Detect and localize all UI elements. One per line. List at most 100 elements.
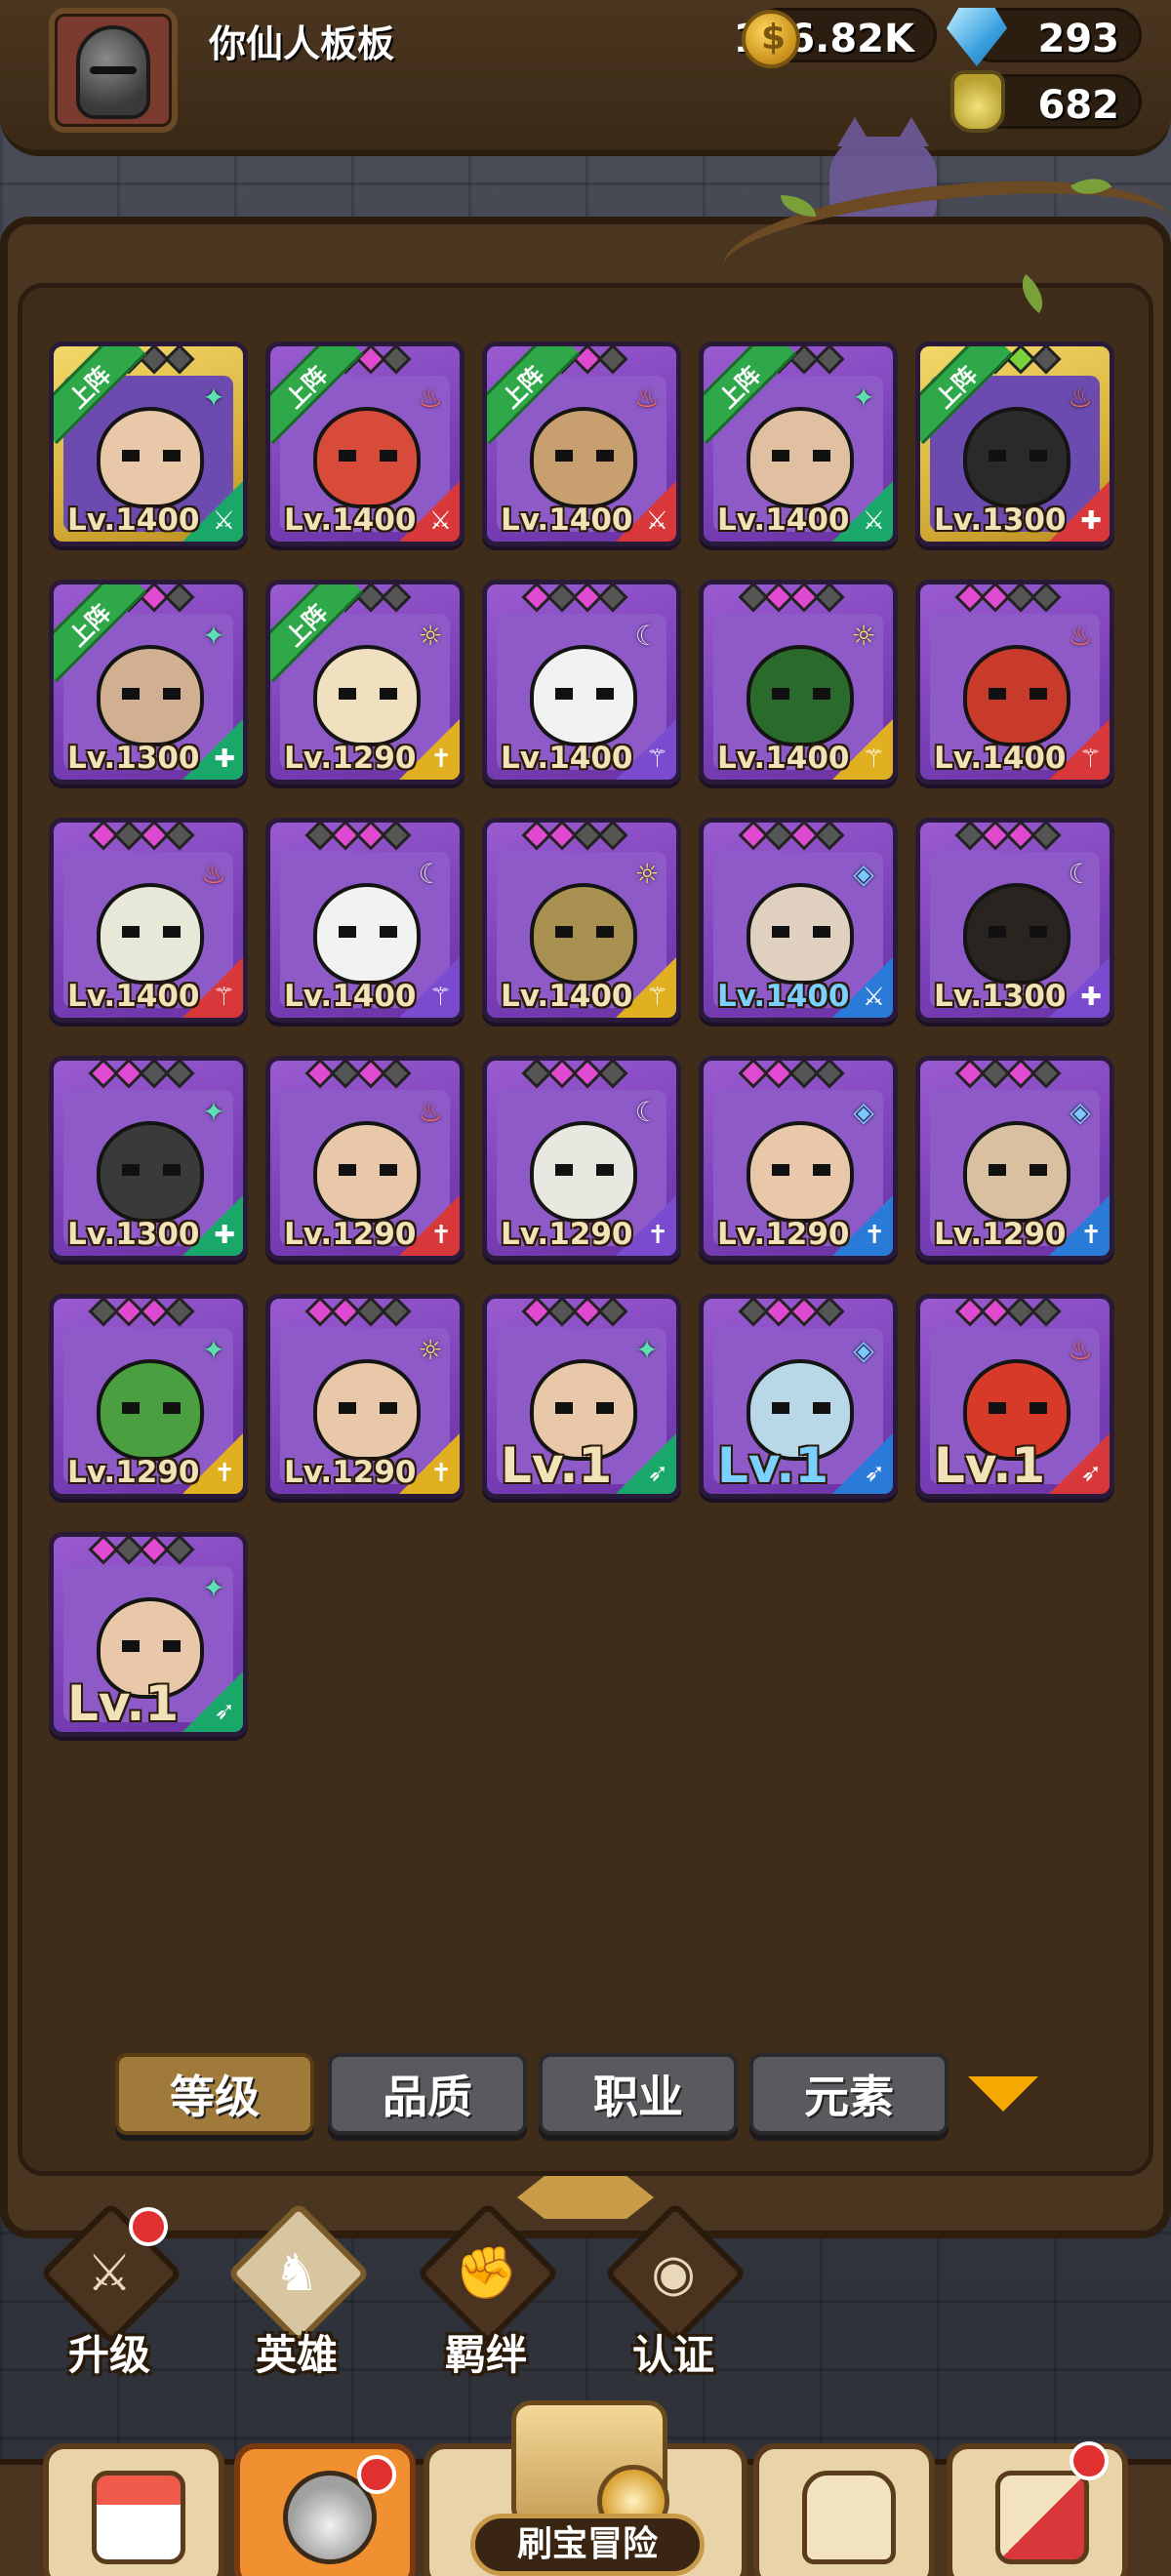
hero-card[interactable]: ✦ ⚔ Lv.1400 上阵 xyxy=(699,342,898,546)
star-icon xyxy=(1030,346,1062,375)
hero-card[interactable]: ✦ ✝ Lv.1290 xyxy=(49,1294,248,1499)
hero-card[interactable]: ◈ ➶ Lv.1 xyxy=(699,1294,898,1499)
bottom-nav-backpack[interactable] xyxy=(753,2443,935,2576)
mage-class-icon: ⚚ xyxy=(645,983,668,1012)
archer-class-icon: ➶ xyxy=(1080,1459,1102,1488)
star-icon xyxy=(164,346,195,375)
hero-level: Lv.1400 xyxy=(501,503,633,538)
backpack-icon xyxy=(802,2471,896,2564)
hero-eyes xyxy=(555,688,614,700)
hero-eyes xyxy=(122,1164,181,1176)
star-rating xyxy=(738,823,845,851)
bottom-nav-shop[interactable] xyxy=(43,2443,224,2576)
hero-card[interactable]: ☾ ⚚ Lv.1400 xyxy=(482,580,681,785)
star-rating xyxy=(304,1299,412,1327)
hero-level: Lv.1300 xyxy=(67,1217,200,1252)
sort-dropdown-arrow-icon[interactable] xyxy=(968,2076,1038,2112)
player-avatar[interactable] xyxy=(49,8,178,133)
dark-element-icon: ☾ xyxy=(1068,857,1093,890)
hero-card[interactable]: ☾ ⚚ Lv.1400 xyxy=(265,818,464,1023)
star-icon xyxy=(164,1299,195,1327)
hero-card[interactable]: ✦ ⚔ Lv.1400 上阵 xyxy=(49,342,248,546)
hero-card[interactable]: ☾ ✚ Lv.1300 xyxy=(915,818,1114,1023)
mage-class-icon: ⚚ xyxy=(1078,745,1102,774)
subnav-certify-label: 认证 xyxy=(631,2331,714,2379)
hero-card[interactable]: ♨ ⚔ Lv.1400 上阵 xyxy=(265,342,464,546)
hero-card[interactable]: ♨ ⚚ Lv.1400 xyxy=(915,580,1114,785)
sort-tab-level[interactable]: 等级 xyxy=(115,2053,314,2135)
light-element-icon: ☼ xyxy=(418,619,443,652)
star-icon xyxy=(597,584,628,613)
dark-element-icon: ☾ xyxy=(634,1095,660,1128)
hero-level: Lv.1290 xyxy=(67,1455,200,1490)
hero-level: Lv.1400 xyxy=(284,503,417,538)
tank-class-icon: ✚ xyxy=(214,1221,235,1250)
hero-card[interactable]: ✦ ➶ Lv.1 xyxy=(482,1294,681,1499)
hammer-icon xyxy=(995,2471,1089,2564)
tank-class-icon: ✚ xyxy=(1080,983,1102,1012)
hero-eyes xyxy=(555,450,614,462)
subnav-bond[interactable]: ✊ 羁绊 xyxy=(408,2201,564,2379)
hero-level: Lv.1400 xyxy=(717,979,850,1014)
water-element-icon: ◈ xyxy=(853,1333,874,1366)
star-rating xyxy=(954,584,1062,613)
star-icon xyxy=(814,823,845,851)
fire-element-icon: ♨ xyxy=(1068,619,1093,652)
hero-card[interactable]: ✦ ✚ Lv.1300 上阵 xyxy=(49,580,248,785)
bottom-nav-adventure[interactable]: 刷宝冒险 xyxy=(463,2400,712,2576)
priest-class-icon: ✝ xyxy=(430,1221,452,1250)
hero-level: Lv.1300 xyxy=(67,741,200,776)
hero-card[interactable]: ◈ ⚔ Lv.1400 xyxy=(699,818,898,1023)
hero-card[interactable]: ♨ ➶ Lv.1 xyxy=(915,1294,1114,1499)
sort-tab-element[interactable]: 元素 xyxy=(749,2053,949,2135)
hero-card[interactable]: ✦ ✚ Lv.1300 xyxy=(49,1056,248,1261)
hero-eyes xyxy=(339,688,397,700)
notification-dot xyxy=(129,2207,168,2246)
mage-class-icon: ⚚ xyxy=(862,745,885,774)
star-icon xyxy=(381,1061,412,1089)
hero-card[interactable]: ☼ ⚚ Lv.1400 xyxy=(699,580,898,785)
hero-card[interactable]: ♨ ⚔ Lv.1400 上阵 xyxy=(482,342,681,546)
hero-card[interactable]: ☼ ✝ Lv.1290 xyxy=(265,1294,464,1499)
hero-level: Lv.1290 xyxy=(717,1217,850,1252)
sort-tab-quality[interactable]: 品质 xyxy=(328,2053,527,2135)
star-rating xyxy=(521,584,628,613)
hero-level: Lv.1290 xyxy=(934,1217,1067,1252)
hero-level: Lv.1290 xyxy=(284,1455,417,1490)
bottom-nav-heroes[interactable] xyxy=(234,2443,416,2576)
hero-eyes xyxy=(339,926,397,938)
hero-card[interactable]: ☼ ✝ Lv.1290 上阵 xyxy=(265,580,464,785)
warrior-class-icon: ⚔ xyxy=(862,983,885,1012)
bottom-nav-forge[interactable] xyxy=(947,2441,1128,2576)
hero-card[interactable]: ☼ ⚚ Lv.1400 xyxy=(482,818,681,1023)
subnav-upgrade[interactable]: ⚔ 升级 xyxy=(31,2201,187,2379)
subnav-heroes-label: 英雄 xyxy=(255,2331,338,2379)
archer-class-icon: ➶ xyxy=(864,1459,885,1488)
hero-eyes xyxy=(122,450,181,462)
warrior-class-icon: ⚔ xyxy=(428,506,452,536)
tank-class-icon: ✚ xyxy=(1080,506,1102,536)
sword-icon: ⚔ xyxy=(86,2244,133,2303)
mage-class-icon: ⚚ xyxy=(428,983,452,1012)
hero-card[interactable]: ◈ ✝ Lv.1290 xyxy=(699,1056,898,1261)
hero-card[interactable]: ♨ ✚ Lv.1300 上阵 xyxy=(915,342,1114,546)
hero-level: Lv.1400 xyxy=(67,979,200,1014)
dark-element-icon: ☾ xyxy=(418,857,443,890)
hero-card[interactable]: ♨ ⚚ Lv.1400 xyxy=(49,818,248,1023)
subnav-certify[interactable]: ◉ 认证 xyxy=(595,2201,751,2379)
subnav-heroes[interactable]: ♞ 英雄 xyxy=(219,2201,375,2379)
hero-eyes xyxy=(772,1164,830,1176)
hero-card[interactable]: ✦ ➶ Lv.1 xyxy=(49,1532,248,1737)
hero-level: Lv.1400 xyxy=(717,741,850,776)
notification-dot xyxy=(357,2455,396,2494)
hero-card[interactable]: ◈ ✝ Lv.1290 xyxy=(915,1056,1114,1261)
wind-element-icon: ✦ xyxy=(635,1333,659,1366)
hero-card[interactable]: ♨ ✝ Lv.1290 xyxy=(265,1056,464,1261)
hero-card[interactable]: ☾ ✝ Lv.1290 xyxy=(482,1056,681,1261)
star-icon xyxy=(597,346,628,375)
star-rating xyxy=(521,823,628,851)
wind-element-icon: ✦ xyxy=(202,1095,225,1128)
mage-class-icon: ⚚ xyxy=(212,983,235,1012)
sort-tab-class[interactable]: 职业 xyxy=(539,2053,738,2135)
star-icon xyxy=(381,823,412,851)
